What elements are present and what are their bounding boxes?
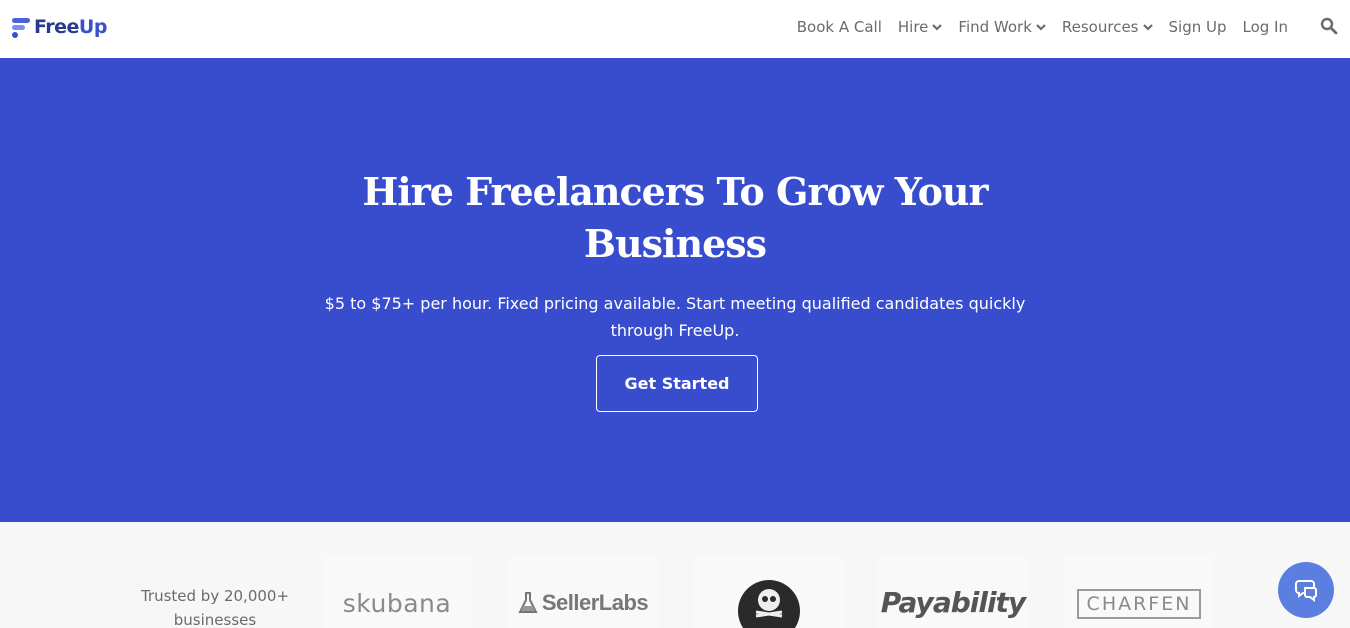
client-logo-skubana: skubana xyxy=(322,556,472,628)
flask-icon xyxy=(518,592,538,613)
client-logo-sellerlabs: SellerLabs xyxy=(508,556,658,628)
site-header: FreeUp Book A Call Hire Find Work Resour… xyxy=(0,0,1350,58)
main-nav: Book A Call Hire Find Work Resources Sig… xyxy=(797,0,1288,54)
chevron-down-icon xyxy=(932,24,943,31)
skull-icon xyxy=(738,580,800,628)
hero-title: Hire Freelancers To Grow Your Business xyxy=(362,169,988,266)
hero-section: Hire Freelancers To Grow Your Business $5… xyxy=(0,58,1350,522)
client-logo-payability: Payability xyxy=(878,556,1028,628)
search-icon[interactable] xyxy=(1320,17,1338,35)
client-logo-death-wish-coffee xyxy=(694,556,844,628)
nav-book-a-call[interactable]: Book A Call xyxy=(797,18,882,36)
nav-log-in[interactable]: Log In xyxy=(1243,18,1289,36)
nav-resources[interactable]: Resources xyxy=(1062,18,1153,36)
chat-icon xyxy=(1295,580,1317,602)
trusted-by-text: Trusted by 20,000+ businesses xyxy=(140,587,290,628)
chat-button[interactable] xyxy=(1278,562,1334,618)
chevron-down-icon xyxy=(1142,24,1153,31)
freeup-logo-text: FreeUp xyxy=(34,16,107,38)
chevron-down-icon xyxy=(1036,24,1046,31)
get-started-button[interactable]: Get Started xyxy=(596,355,758,412)
freeup-logo[interactable]: FreeUp xyxy=(12,14,107,40)
client-logo-charfen: CHARFEN xyxy=(1064,556,1214,628)
nav-find-work[interactable]: Find Work xyxy=(958,18,1046,36)
freeup-logo-mark-icon xyxy=(12,16,30,38)
nav-sign-up[interactable]: Sign Up xyxy=(1169,18,1227,36)
nav-hire[interactable]: Hire xyxy=(898,18,943,36)
hero-subtitle: $5 to $75+ per hour. Fixed pricing avail… xyxy=(324,294,1026,340)
trusted-by-section: Trusted by 20,000+ businesses skubana Se… xyxy=(0,522,1350,628)
